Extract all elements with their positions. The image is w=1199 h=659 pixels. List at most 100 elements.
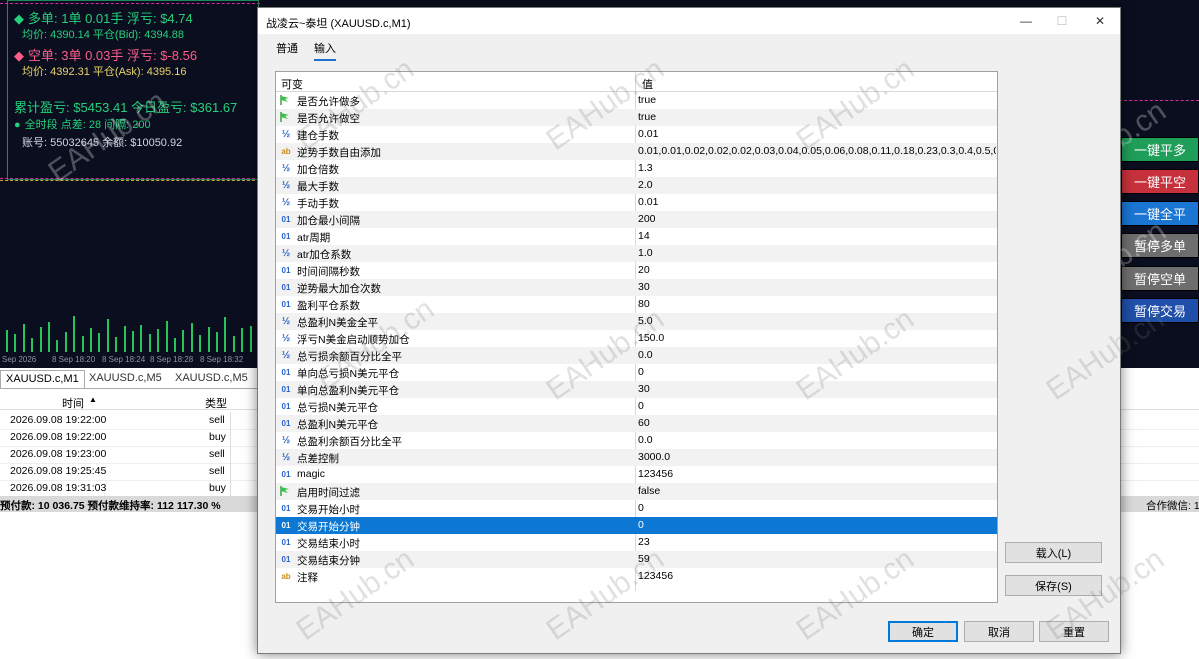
param-row[interactable]: 01 atr周期 14	[276, 228, 997, 245]
param-row[interactable]: 01 magic 123456	[276, 466, 997, 483]
param-value[interactable]: true	[638, 94, 996, 106]
param-value[interactable]: 20	[638, 264, 996, 276]
param-row[interactable]: ½ 最大手数 2.0	[276, 177, 997, 194]
volume-bar	[14, 334, 17, 352]
param-value[interactable]: 1.0	[638, 247, 996, 259]
minimize-button[interactable]: —	[1006, 8, 1046, 34]
param-row[interactable]: ½ 手动手数 0.01	[276, 194, 997, 211]
info-line: 账号: 55032645 余额: $10050.92	[22, 134, 182, 150]
dialog-title: 战凌云~泰坦 (XAUUSD.c,M1)	[266, 18, 411, 30]
param-value[interactable]: 3000.0	[638, 451, 996, 463]
param-value[interactable]: 80	[638, 298, 996, 310]
col-type[interactable]: 类型	[205, 395, 227, 411]
dialog-titlebar[interactable]: 战凌云~泰坦 (XAUUSD.c,M1) — ☐ ✕	[258, 8, 1120, 34]
param-value[interactable]: 0	[638, 519, 996, 531]
param-row[interactable]: ½ 总亏损余额百分比全平 0.0	[276, 347, 997, 364]
trade-button[interactable]: 一键全平	[1121, 201, 1199, 226]
param-row[interactable]: 01 单向总盈利N美元平仓 30	[276, 381, 997, 398]
trade-button[interactable]: 暂停交易	[1121, 298, 1199, 323]
integer-icon: 01	[281, 368, 291, 377]
param-row[interactable]: 01 交易结束小时 23	[276, 534, 997, 551]
order-line	[0, 178, 260, 179]
cancel-button[interactable]: 取消	[964, 621, 1034, 642]
param-value[interactable]: 59	[638, 553, 996, 565]
param-row[interactable]: ½ 总盈利N美金全平 5.0	[276, 313, 997, 330]
param-value[interactable]: 30	[638, 281, 996, 293]
trade-button[interactable]: 一键平多	[1121, 137, 1199, 162]
param-row[interactable]: 启用时间过滤 false	[276, 483, 997, 500]
param-row[interactable]: 01 时间间隔秒数 20	[276, 262, 997, 279]
trade-button[interactable]: 暂停多单	[1121, 233, 1199, 258]
param-value[interactable]: 0.0	[638, 434, 996, 446]
trade-button[interactable]: 一键平空	[1121, 169, 1199, 194]
param-value[interactable]: 200	[638, 213, 996, 225]
save-button[interactable]: 保存(S)	[1005, 575, 1102, 596]
param-name: magic	[297, 468, 326, 480]
param-value[interactable]: 30	[638, 383, 996, 395]
param-value[interactable]: 2.0	[638, 179, 996, 191]
param-row[interactable]: 01 逆势最大加仓次数 30	[276, 279, 997, 296]
param-value[interactable]: 0.01	[638, 196, 996, 208]
param-row[interactable]: 01 交易开始分钟 0	[276, 517, 997, 534]
param-value[interactable]: 0	[638, 400, 996, 412]
param-value[interactable]: 0.01,0.01,0.02,0.02,0.02,0.03,0.04,0.05,…	[638, 145, 996, 157]
chart-tab[interactable]: XAUUSD.c,M5	[170, 370, 253, 387]
param-row[interactable]: 是否允许做多 true	[276, 92, 997, 109]
trade-time: 2026.09.08 19:23:00	[10, 448, 107, 460]
trade-time: 2026.09.08 19:22:00	[10, 431, 107, 443]
param-value[interactable]: 0.0	[638, 349, 996, 361]
param-row[interactable]: ½ 点差控制 3000.0	[276, 449, 997, 466]
volume-bar	[216, 332, 218, 352]
column-divider	[230, 480, 231, 497]
param-value[interactable]: false	[638, 485, 996, 497]
param-row[interactable]: ½ 浮亏N美金启动顺势加仓 150.0	[276, 330, 997, 347]
col-time[interactable]: 时间	[62, 395, 84, 411]
param-row[interactable]: 01 单向总亏损N美元平仓 0	[276, 364, 997, 381]
param-row[interactable]: ab 逆势手数自由添加 0.01,0.01,0.02,0.02,0.02,0.03,…	[276, 143, 997, 160]
param-name: atr周期	[297, 232, 331, 244]
param-value[interactable]: 5.0	[638, 315, 996, 327]
param-value[interactable]: true	[638, 111, 996, 123]
param-value[interactable]: 0	[638, 366, 996, 378]
close-button[interactable]: ✕	[1080, 8, 1120, 34]
bool-flag-icon	[279, 111, 293, 124]
param-row[interactable]: 01 盈利平仓系数 80	[276, 296, 997, 313]
tab-inputs[interactable]: 输入	[314, 40, 336, 61]
param-row[interactable]: ½ 建仓手数 0.01	[276, 126, 997, 143]
param-value[interactable]: 1.3	[638, 162, 996, 174]
param-row[interactable]: 01 总盈利N美元平仓 60	[276, 415, 997, 432]
column-divider	[230, 429, 231, 446]
info-text: 空单: 3单 0.03手 浮亏: $-8.56	[28, 48, 198, 63]
param-value[interactable]: 123456	[638, 570, 996, 582]
param-row[interactable]: ½ 加仓倍数 1.3	[276, 160, 997, 177]
param-value[interactable]: 0	[638, 502, 996, 514]
param-value[interactable]: 123456	[638, 468, 996, 480]
double-icon: ½	[281, 197, 291, 208]
ok-button[interactable]: 确定	[888, 621, 958, 642]
double-icon: ½	[281, 435, 291, 446]
param-value[interactable]: 60	[638, 417, 996, 429]
info-text: 累计盈亏: $5453.41 今日盈亏: $361.67	[14, 100, 238, 115]
param-row[interactable]: 01 交易开始小时 0	[276, 500, 997, 517]
chart-tab[interactable]: XAUUSD.c,M5	[84, 370, 167, 387]
reset-button[interactable]: 重置	[1039, 621, 1109, 642]
param-row[interactable]: 01 交易结束分钟 59	[276, 551, 997, 568]
param-row[interactable]: 01 总亏损N美元平仓 0	[276, 398, 997, 415]
param-row[interactable]: ½ atr加仓系数 1.0	[276, 245, 997, 262]
trade-button[interactable]: 暂停空单	[1121, 266, 1199, 291]
volume-bar	[22, 324, 25, 352]
param-row[interactable]: 是否允许做空 true	[276, 109, 997, 126]
trade-time: 2026.09.08 19:31:03	[10, 482, 107, 494]
param-row[interactable]: ab 注释 123456	[276, 568, 997, 585]
tab-common[interactable]: 普通	[276, 40, 298, 59]
chart-tab[interactable]: XAUUSD.c,M1	[0, 370, 85, 388]
bullet-icon: ◆	[14, 11, 24, 26]
param-value[interactable]: 23	[638, 536, 996, 548]
param-row[interactable]: ½ 总盈利余额百分比全平 0.0	[276, 432, 997, 449]
param-value[interactable]: 0.01	[638, 128, 996, 140]
param-value[interactable]: 14	[638, 230, 996, 242]
param-row[interactable]: 01 加仓最小间隔 200	[276, 211, 997, 228]
load-button[interactable]: 载入(L)	[1005, 542, 1102, 563]
param-value[interactable]: 150.0	[638, 332, 996, 344]
volume-bar	[232, 336, 235, 352]
